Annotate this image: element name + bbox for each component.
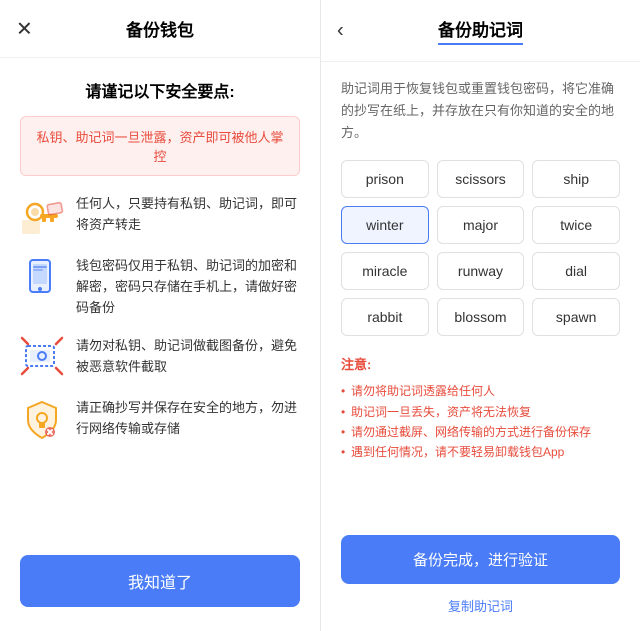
left-title: 备份钱包 [126, 16, 194, 41]
mnemonic-word-9: dial [532, 252, 620, 290]
mnemonic-word-5: major [437, 206, 525, 244]
security-text-2: 钱包密码仅用于私钥、助记词的加密和解密，密码只存储在手机上，请做好密码备份 [76, 256, 300, 318]
mnemonic-word-6: twice [532, 206, 620, 244]
security-text-1: 任何人，只要持有私钥、助记词，即可将资产转走 [76, 194, 300, 236]
security-item-4: 请正确抄写并保存在安全的地方，勿进行网络传输或存储 [20, 398, 300, 442]
notice-item-2: 助记词一旦丢失，资产将无法恢复 [341, 402, 620, 422]
back-button[interactable]: ‹ [337, 19, 344, 42]
security-item-2: 钱包密码仅用于私钥、助记词的加密和解密，密码只存储在手机上，请做好密码备份 [20, 256, 300, 318]
security-text-4: 请正确抄写并保存在安全的地方，勿进行网络传输或存储 [76, 398, 300, 440]
mnemonic-word-3: ship [532, 160, 620, 198]
notice-item-1: 请勿将助记词透露给任何人 [341, 381, 620, 401]
right-title: 备份助记词 [438, 16, 523, 45]
mnemonic-word-4: winter [341, 206, 429, 244]
phone-icon [20, 256, 64, 300]
notice-title: 注意: [341, 354, 620, 373]
screenshot-icon [20, 336, 64, 380]
mnemonic-grid: prisonscissorsship wintermajortwice miracl… [341, 160, 620, 336]
mnemonic-word-2: scissors [437, 160, 525, 198]
right-header: ‹ 备份助记词 [321, 0, 640, 62]
left-header: ✕ 备份钱包 [0, 0, 320, 58]
security-text-3: 请勿对私钥、助记词做截图备份，避免被恶意软件截取 [76, 336, 300, 378]
shield-icon [20, 398, 64, 442]
mnemonic-word-1: prison [341, 160, 429, 198]
backup-button[interactable]: 备份完成，进行验证 [341, 535, 620, 584]
security-item-1: 任何人，只要持有私钥、助记词，即可将资产转走 [20, 194, 300, 238]
left-content: 请谨记以下安全要点: 私钥、助记词一旦泄露，资产即可被他人掌控 任何人，只要持有… [0, 58, 320, 539]
mnemonic-word-10: rabbit [341, 298, 429, 336]
key-icon [20, 194, 64, 238]
mnemonic-word-7: miracle [341, 252, 429, 290]
notice-item-4: 遇到任何情况，请不要轻易卸载钱包App [341, 442, 620, 462]
mnemonic-word-11: blossom [437, 298, 525, 336]
mnemonic-word-12: spawn [532, 298, 620, 336]
warning-banner: 私钥、助记词一旦泄露，资产即可被他人掌控 [20, 116, 300, 176]
mnemonic-word-8: runway [437, 252, 525, 290]
close-button[interactable]: ✕ [16, 16, 33, 41]
security-title: 请谨记以下安全要点: [20, 78, 300, 102]
left-footer: 我知道了 [0, 539, 320, 631]
notice-section: 注意: 请勿将助记词透露给任何人助记词一旦丢失，资产将无法恢复请勿通过截屏、网络… [341, 354, 620, 463]
right-content: 助记词用于恢复钱包或重置钱包密码，将它准确的抄写在纸上，并存放在只有你知道的安全… [321, 62, 640, 523]
copy-mnemonic-link[interactable]: 复制助记词 [341, 596, 620, 615]
right-panel: ‹ 备份助记词 助记词用于恢复钱包或重置钱包密码，将它准确的抄写在纸上，并存放在… [320, 0, 640, 631]
notice-item-3: 请勿通过截屏、网络传输的方式进行备份保存 [341, 422, 620, 442]
confirm-button[interactable]: 我知道了 [20, 555, 300, 607]
left-panel: ✕ 备份钱包 请谨记以下安全要点: 私钥、助记词一旦泄露，资产即可被他人掌控 [0, 0, 320, 631]
security-item-3: 请勿对私钥、助记词做截图备份，避免被恶意软件截取 [20, 336, 300, 380]
mnemonic-description: 助记词用于恢复钱包或重置钱包密码，将它准确的抄写在纸上，并存放在只有你知道的安全… [341, 78, 620, 144]
right-footer: 备份完成，进行验证 复制助记词 [321, 523, 640, 631]
